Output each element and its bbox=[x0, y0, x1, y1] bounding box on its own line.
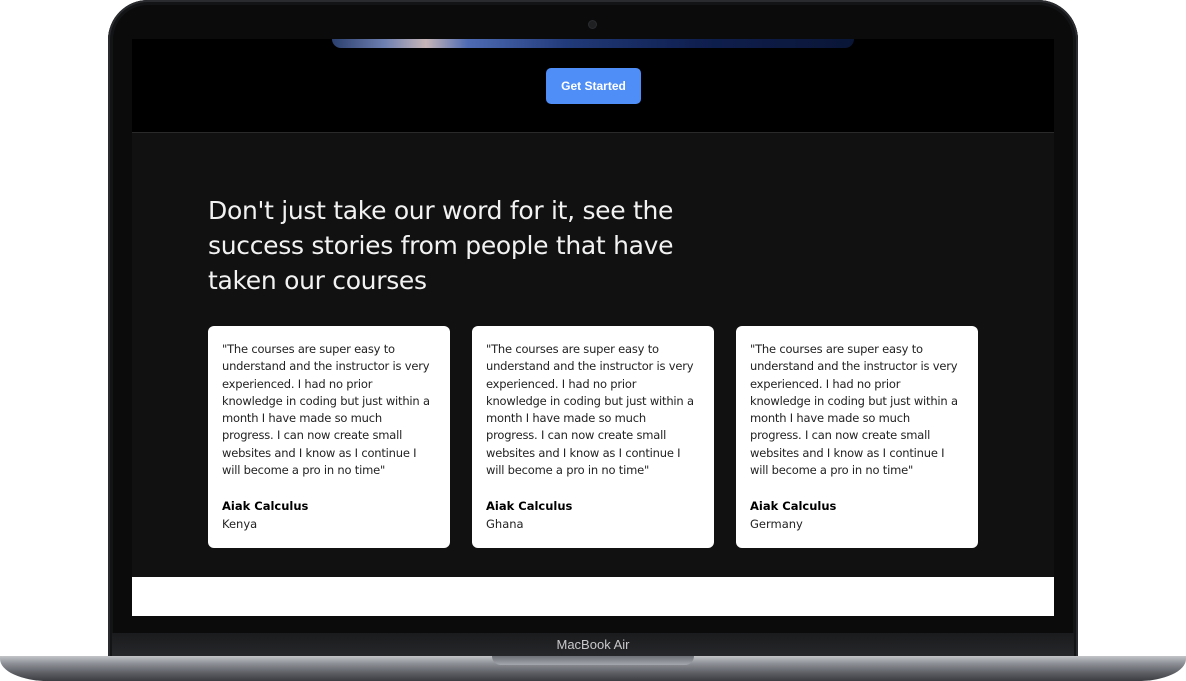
testimonials-section: Don't just take our word for it, see the… bbox=[132, 133, 1054, 577]
testimonial-card: "The courses are super easy to understan… bbox=[736, 326, 978, 548]
next-section bbox=[132, 577, 1054, 616]
testimonial-country: Ghana bbox=[486, 517, 524, 531]
bottom-bezel: MacBook Air bbox=[112, 633, 1074, 656]
testimonial-quote: "The courses are super easy to understan… bbox=[750, 342, 958, 478]
testimonial-author: Aiak Calculus bbox=[486, 499, 573, 513]
testimonial-country: Germany bbox=[750, 517, 803, 531]
testimonial-card: "The courses are super easy to understan… bbox=[208, 326, 450, 548]
hero-image bbox=[332, 39, 854, 48]
screen: Get Started Don't just take our word for… bbox=[132, 39, 1054, 616]
testimonial-quote: "The courses are super easy to understan… bbox=[222, 342, 430, 478]
device-label: MacBook Air bbox=[556, 637, 630, 652]
testimonial-country: Kenya bbox=[222, 517, 258, 531]
testimonial-quote: "The courses are super easy to understan… bbox=[486, 342, 694, 478]
testimonial-author: Aiak Calculus bbox=[222, 499, 309, 513]
testimonial-card: "The courses are super easy to understan… bbox=[472, 326, 714, 548]
testimonials-heading: Don't just take our word for it, see the… bbox=[208, 196, 674, 295]
camera-icon bbox=[589, 21, 596, 28]
testimonial-author: Aiak Calculus bbox=[750, 499, 837, 513]
get-started-button[interactable]: Get Started bbox=[546, 68, 641, 104]
laptop-notch bbox=[492, 656, 694, 665]
